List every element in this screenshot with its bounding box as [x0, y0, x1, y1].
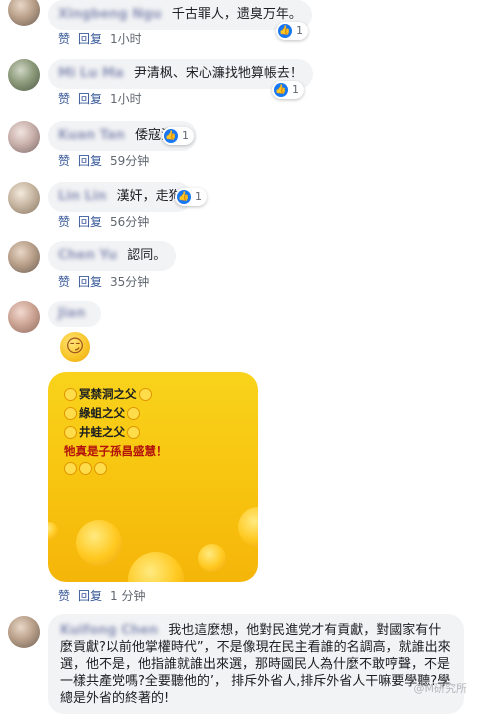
reply-link[interactable]: 回复 [78, 92, 102, 106]
commenter-name[interactable]: Lin Lin [58, 189, 107, 204]
timestamp[interactable]: 1 分钟 [110, 589, 145, 603]
like-link[interactable]: 赞 [58, 589, 70, 603]
laughing-face-icon [198, 544, 226, 572]
laughing-face-icon [128, 552, 184, 582]
comment-bubble: Xingbeng Ngu 千古罪人，遗臭万年。 [48, 0, 312, 30]
like-link[interactable]: 赞 [58, 32, 70, 46]
comment-actions: 赞回复 1 分钟 [58, 587, 153, 604]
commenter-name[interactable]: Chen Yu [58, 248, 117, 263]
comment-actions: 赞回复 1小时 [58, 90, 150, 107]
reply-link[interactable]: 回复 [78, 154, 102, 168]
comment-text: 尹清枫、宋心濂找牠算帳去！ [133, 66, 303, 81]
comment-bubble: Jian [48, 301, 102, 327]
laugh-emoji-icon [64, 426, 77, 439]
thumbs-up-icon: 👍 [278, 24, 292, 38]
timestamp[interactable]: 35分钟 [110, 275, 149, 289]
thumbs-up-icon: 👍 [274, 83, 288, 97]
comment-bubble: Chen Yu 認同。 [48, 241, 177, 271]
thumbs-up-icon: 👍 [177, 190, 191, 204]
reaction-count[interactable]: 👍 1 [272, 81, 304, 99]
laugh-emoji-icon [127, 407, 140, 420]
comment-bubble: Lin Lin 漢奸，走狗 [48, 182, 192, 212]
smirk-emoji: 😏 [60, 332, 90, 362]
comment-actions: 赞回复 35分钟 [58, 273, 157, 290]
commenter-name[interactable]: Jian [58, 306, 85, 321]
laughing-face-icon [76, 520, 122, 566]
timestamp[interactable]: 59分钟 [110, 154, 149, 168]
image-line-2: 綠蛆之父 [64, 405, 142, 421]
commenter-name[interactable]: Mi Lu Ma [58, 66, 124, 81]
timestamp[interactable]: 56分钟 [110, 215, 149, 229]
reaction-count[interactable]: 👍 1 [162, 127, 194, 145]
image-line-3: 井蛙之父 [64, 424, 142, 440]
laugh-emoji-icon [64, 388, 77, 401]
reply-link[interactable]: 回复 [78, 32, 102, 46]
like-link[interactable]: 赞 [58, 154, 70, 168]
watermark: @M研究所 [413, 682, 468, 695]
comment-text: 認同。 [127, 248, 167, 263]
comment-actions: 赞回复 56分钟 [58, 213, 157, 230]
avatar[interactable] [8, 59, 40, 91]
commenter-name[interactable]: Kuifong Chen [60, 623, 158, 638]
comment-text: 漢奸，走狗 [116, 189, 182, 204]
reaction-count[interactable]: 👍 1 [175, 188, 207, 206]
avatar[interactable] [8, 616, 40, 648]
commenter-name[interactable]: Kuan Tan [58, 128, 125, 143]
comment-actions: 赞回复 59分钟 [58, 152, 157, 169]
avatar[interactable] [8, 182, 40, 214]
like-link[interactable]: 赞 [58, 215, 70, 229]
timestamp[interactable]: 1小时 [110, 92, 142, 106]
image-line-4: 牠真是子孫昌盛慧！ [64, 444, 168, 458]
reply-link[interactable]: 回复 [78, 275, 102, 289]
laughing-face-icon [238, 507, 258, 547]
image-emoji-row [64, 461, 109, 475]
laugh-emoji-icon [127, 426, 140, 439]
thumbs-up-icon: 👍 [164, 129, 178, 143]
avatar[interactable] [8, 121, 40, 153]
avatar[interactable] [8, 241, 40, 273]
avatar[interactable] [8, 0, 40, 26]
like-link[interactable]: 赞 [58, 92, 70, 106]
image-line-1: 冥禁洞之父 [64, 386, 154, 402]
laugh-emoji-icon [64, 462, 77, 475]
like-link[interactable]: 赞 [58, 275, 70, 289]
comment-text: 千古罪人，遗臭万年。 [171, 7, 302, 22]
laugh-emoji-icon [79, 462, 92, 475]
reply-link[interactable]: 回复 [78, 589, 102, 603]
avatar[interactable] [8, 301, 40, 333]
reply-link[interactable]: 回复 [78, 215, 102, 229]
laugh-emoji-icon [94, 462, 107, 475]
laughing-face-icon [48, 522, 58, 540]
timestamp[interactable]: 1小时 [110, 32, 142, 46]
laugh-emoji-icon [64, 407, 77, 420]
comment-actions: 赞回复 1小时 [58, 30, 150, 47]
reaction-count[interactable]: 👍 1 [276, 22, 308, 40]
comment-bubble: Kuifong Chen 我也這麼想，他對民進党才有貢獻，對國家有什麼貢獻?以前… [48, 614, 464, 714]
commenter-name[interactable]: Xingbeng Ngu [58, 7, 162, 22]
laugh-emoji-icon [138, 388, 152, 401]
comment-image[interactable]: 冥禁洞之父 綠蛆之父 井蛙之父 牠真是子孫昌盛慧！ [48, 372, 258, 582]
